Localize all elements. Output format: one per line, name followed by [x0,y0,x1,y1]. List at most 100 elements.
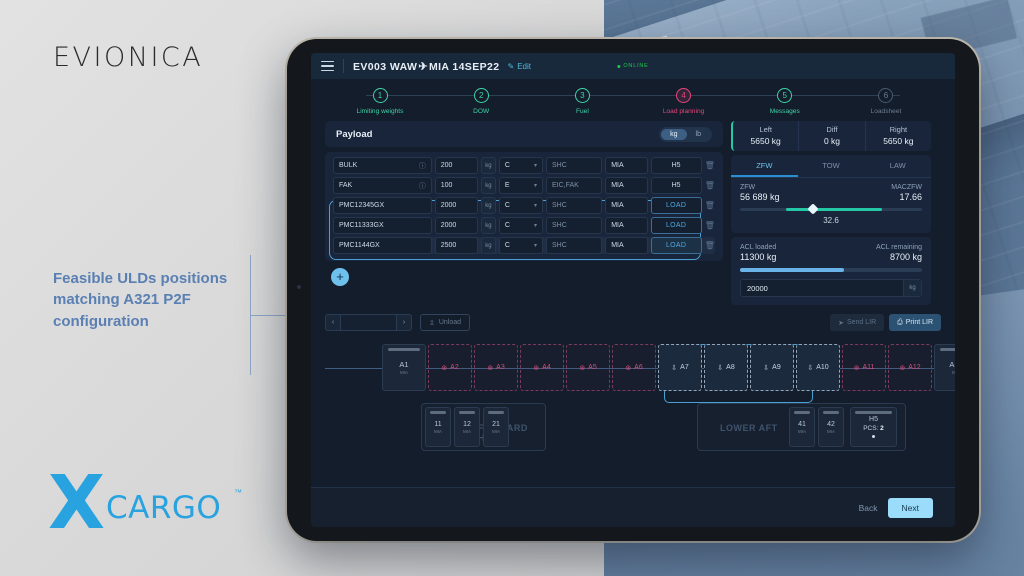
weight-input[interactable]: 2500 [434,237,478,254]
send-lir-button[interactable]: ➤ Send LIR [830,314,885,331]
trash-icon[interactable]: 🗑 [705,161,715,170]
weight-input[interactable]: 2000 [434,217,478,234]
step-messages[interactable]: 5 Messages [740,88,830,115]
deck-bay-a3[interactable]: ⊛ A3 [474,344,518,391]
step-dow[interactable]: 2 DOW [436,88,526,115]
mac-slider[interactable] [740,203,922,215]
destination-input[interactable]: MIA [605,197,648,214]
acl-capacity-input[interactable]: 20000 kg [740,279,922,297]
step-number: 3 [574,88,590,103]
load-button[interactable]: LOAD [650,217,702,234]
shc-input[interactable]: SHC [546,197,603,214]
deck-bay-a5[interactable]: ⊛ A5 [566,344,610,391]
bay-id: A9 [772,364,781,371]
destination-input[interactable]: MIA [605,217,648,234]
deck-bay-a6[interactable]: ⊛ A6 [612,344,656,391]
class-select[interactable]: E ▾ [498,177,543,194]
deck-bay-a13[interactable]: A13 MIA [934,344,955,391]
bulk-pieces: PCS: 2 [863,425,884,432]
lir-actions: ➤ Send LIR ⎙ Print LIR [830,314,941,331]
hold-bay-41[interactable]: 41 MIA [789,407,815,447]
uld-name-input[interactable]: PMC12345GX [333,197,432,214]
hold-bay-42[interactable]: 42 MIA [818,407,844,447]
edit-pencil-icon: ✎ [507,61,515,71]
hold-bay-12[interactable]: 12 MIA [454,407,480,447]
unit-option-lb[interactable]: lb [687,129,710,140]
table-row[interactable]: PMC1144GX 2500 kg C ▾ SHC MIA LOAD 🗑 [333,237,715,254]
uld-name-value: PMC12345GX [339,202,385,209]
zfw-value: 56 689 kg [740,192,780,202]
table-row[interactable]: FAK ⓘ 100 kg E ▾ EIC,FAK MIA H5 🗑 [333,177,715,194]
step-limiting-weights[interactable]: 1 Limiting weights [335,88,425,115]
shc-input[interactable]: SHC [546,237,603,254]
unit-option-kg[interactable]: kg [661,128,687,140]
weight-input[interactable]: 100 [434,177,478,194]
class-select[interactable]: C ▾ [498,197,543,214]
trash-icon[interactable]: 🗑 [705,201,715,210]
tab-law[interactable]: LAW [864,155,931,177]
table-row[interactable]: PMC11333GX 2000 kg C ▾ SHC MIA LOAD 🗑 [333,217,715,234]
shc-input[interactable]: EIC,FAK [546,177,603,194]
trash-icon[interactable]: 🗑 [705,241,715,250]
uld-name-input[interactable]: PMC1144GX [333,237,432,254]
shc-input[interactable]: SHC [546,217,603,234]
printer-icon: ⎙ [897,318,903,326]
shc-input[interactable]: SHC [546,157,603,174]
info-icon[interactable]: ⓘ [419,161,426,171]
hamburger-menu-icon[interactable] [321,61,334,71]
position-field[interactable]: H5 [650,157,702,174]
tab-tow[interactable]: TOW [798,155,865,177]
print-lir-button[interactable]: ⎙ Print LIR [889,314,941,331]
position-field[interactable]: H5 [650,177,702,194]
mac-slider-knob[interactable] [807,203,819,215]
unload-button[interactable]: ⇫ Unload [420,314,471,331]
step-loadsheet[interactable]: 6 Loadsheet [841,88,931,115]
app-header: EV003 WAW✈MIA 14SEP22 ✎ Edit ONLINE [311,53,955,79]
hold-bay-21[interactable]: 21 MIA [483,407,509,447]
chevron-right-icon[interactable]: › [396,314,412,331]
load-button[interactable]: LOAD [650,237,702,254]
blocked-circle-icon: ⊛ [579,364,586,372]
destination-input[interactable]: MIA [605,237,648,254]
bulk-hold-h5[interactable]: H5 PCS: 2 [850,407,897,447]
pager[interactable]: ‹ › [325,314,412,331]
uld-name-input[interactable]: FAK ⓘ [333,177,432,194]
info-icon[interactable]: ⓘ [419,181,426,191]
destination-input[interactable]: MIA [605,157,648,174]
edit-flight-button[interactable]: ✎ Edit [508,62,532,71]
table-row[interactable]: BULK ⓘ 200 kg C ▾ SHC MIA H5 🗑 [333,157,715,174]
uld-name-input[interactable]: PMC11333GX [333,217,432,234]
deck-bay-a9[interactable]: ⇩ A9 [750,344,794,391]
deck-bay-a8[interactable]: ⇩ A8 [704,344,748,391]
trash-icon[interactable]: 🗑 [705,181,715,190]
tab-zfw[interactable]: ZFW [731,155,798,177]
chevron-left-icon[interactable]: ‹ [325,314,341,331]
payload-title: Payload [336,128,373,140]
weight-input[interactable]: 200 [434,157,478,174]
deck-bay-a1[interactable]: A1 MIA [382,344,426,391]
deck-bay-a10[interactable]: ⇩ A10 [796,344,840,391]
class-select[interactable]: C ▾ [498,217,543,234]
trash-icon[interactable]: 🗑 [705,221,715,230]
step-load-planning[interactable]: 4 Load planning [639,88,729,115]
add-payload-row-button[interactable]: + [331,268,349,286]
next-button[interactable]: Next [887,497,933,518]
load-button[interactable]: LOAD [650,197,702,214]
unit-toggle[interactable]: kg lb [659,126,712,142]
step-fuel[interactable]: 3 Fuel [537,88,627,115]
table-row[interactable]: PMC12345GX 2000 kg C ▾ SHC MIA LOAD 🗑 [333,197,715,214]
class-select[interactable]: C ▾ [498,157,543,174]
back-button[interactable]: Back [859,503,878,513]
hold-bay-11[interactable]: 11 MIA [425,407,451,447]
deck-bay-a11[interactable]: ⊛ A11 [842,344,886,391]
weight-input[interactable]: 2000 [434,197,478,214]
destination-input[interactable]: MIA [605,177,648,194]
pager-input[interactable] [341,314,396,331]
deck-bay-a4[interactable]: ⊛ A4 [520,344,564,391]
deck-bay-a7[interactable]: ⇩ A7 [658,344,702,391]
deck-bay-a2[interactable]: ⊛ A2 [428,344,472,391]
deck-bay-a12[interactable]: ⊛ A12 [888,344,932,391]
step-label: Loadsheet [870,108,902,115]
uld-name-input[interactable]: BULK ⓘ [333,157,432,174]
class-select[interactable]: C ▾ [498,237,543,254]
